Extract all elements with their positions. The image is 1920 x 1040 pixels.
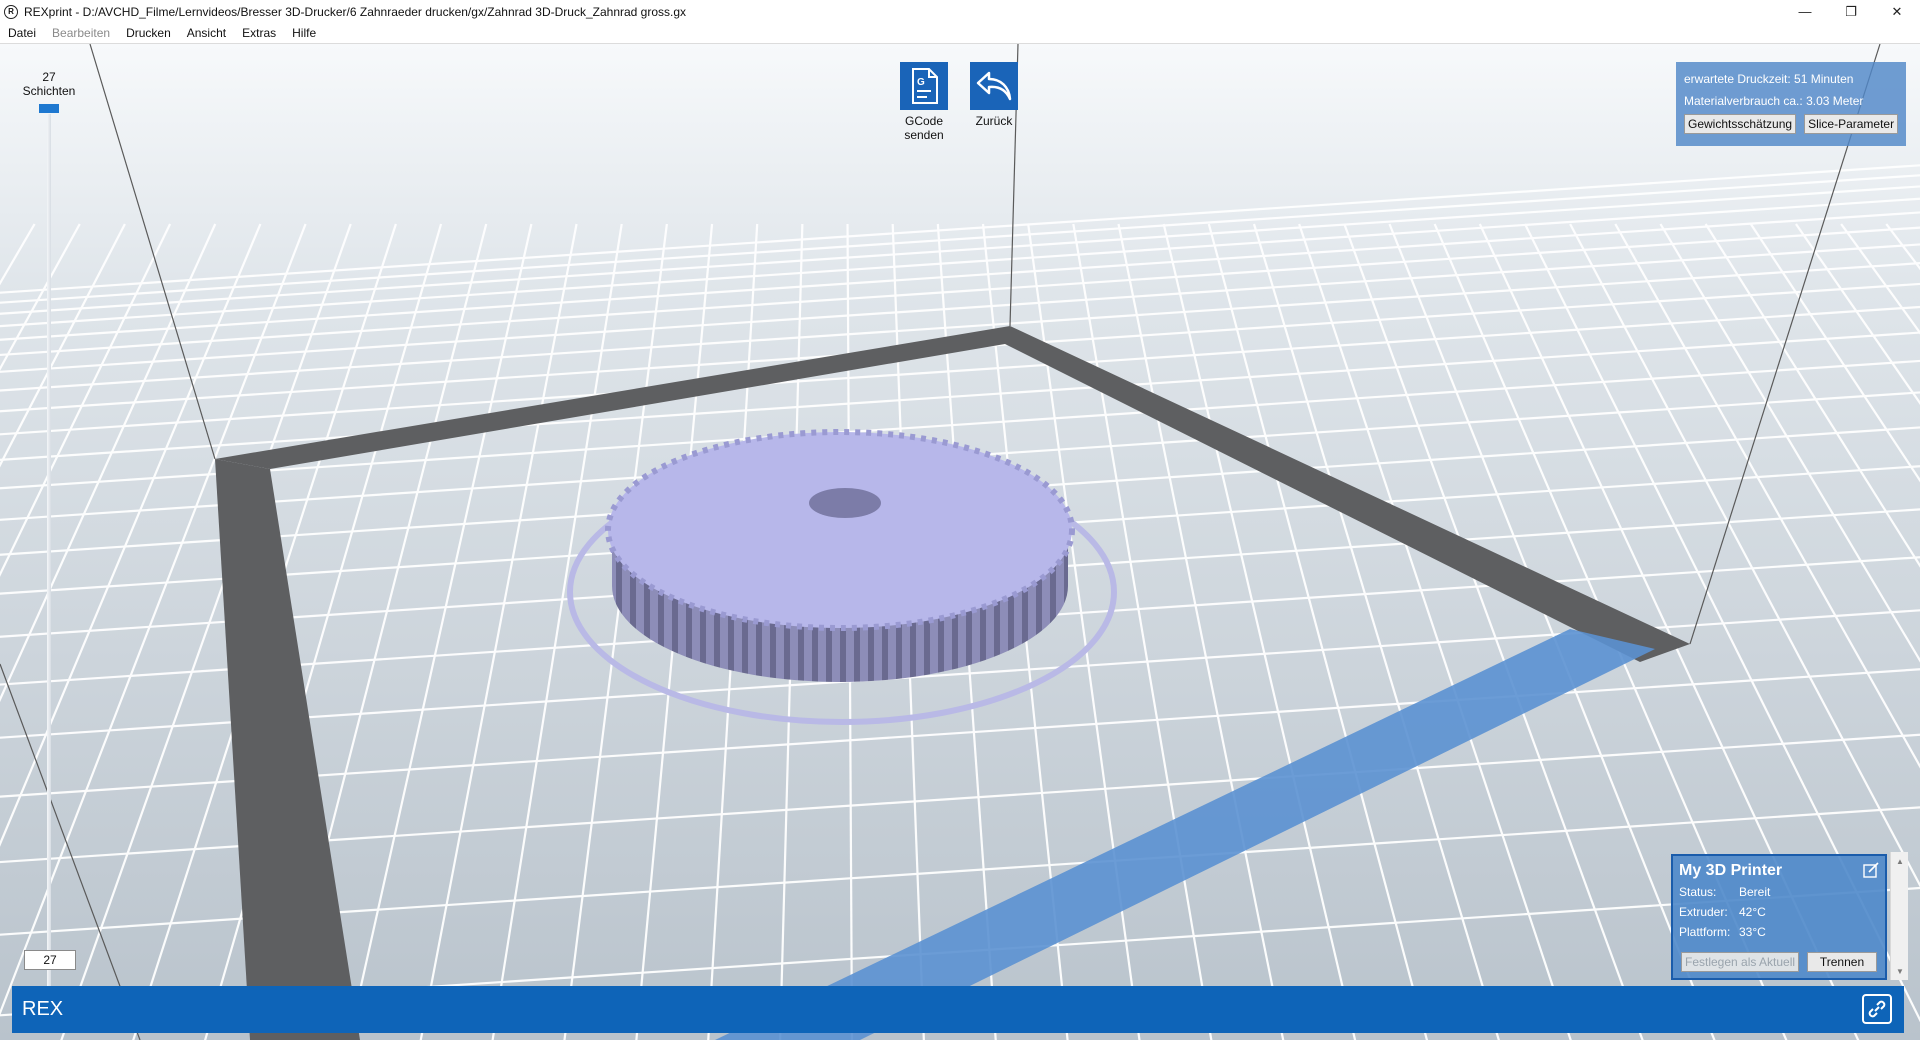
disconnect-button[interactable]: Trennen (1807, 952, 1877, 972)
title-bar: R REXprint - D:/AVCHD_Filme/Lernvideos/B… (0, 0, 1920, 23)
menu-extras[interactable]: Extras (234, 26, 284, 40)
slice-parameter-button[interactable]: Slice-Parameter (1804, 114, 1899, 134)
print-time-value: 51 Minuten (1794, 72, 1854, 86)
gcode-send-label-line2: senden (904, 128, 944, 142)
gear-center-hole (809, 488, 881, 518)
layer-count-value: 27 (42, 70, 56, 84)
back-label: Zurück (975, 114, 1013, 128)
layer-slider-track[interactable] (47, 114, 51, 994)
extruder-label: Extruder: (1679, 905, 1728, 919)
edit-icon[interactable] (1863, 862, 1879, 878)
print-estimate-panel: erwartete Druckzeit: 51 Minuten Material… (1676, 62, 1906, 146)
menu-bar: Datei Bearbeiten Drucken Ansicht Extras … (0, 23, 1920, 44)
printer-status-row: Status: Bereit (1679, 882, 1879, 902)
window-title: REXprint - D:/AVCHD_Filme/Lernvideos/Bre… (24, 4, 687, 19)
gcode-send-label-line1: GCode (904, 114, 944, 128)
gcode-send-button[interactable]: G GCode senden (896, 62, 952, 142)
material-label: Materialverbrauch ca.: (1684, 94, 1803, 108)
restore-button[interactable]: ❐ (1828, 0, 1874, 23)
layer-input[interactable]: 27 (24, 950, 76, 970)
platform-value: 33°C (1739, 925, 1766, 939)
scroll-up-icon[interactable]: ▲ (1891, 852, 1909, 870)
menu-ansicht[interactable]: Ansicht (179, 26, 234, 40)
menu-datei[interactable]: Datei (0, 26, 44, 40)
printer-list-scrollbar[interactable]: ▲ ▼ (1890, 852, 1908, 980)
material-value: 3.03 Meter (1806, 94, 1864, 108)
svg-text:G: G (917, 77, 925, 88)
platform-row: Plattform: 33°C (1679, 922, 1879, 942)
status-text: REX (22, 998, 64, 1020)
print-time-label: erwartete Druckzeit: (1684, 72, 1791, 86)
layer-count-unit: Schichten (22, 84, 76, 98)
layer-slider-handle[interactable] (39, 104, 59, 113)
set-current-button[interactable]: Festlegen als Aktuell (1681, 952, 1799, 972)
extruder-value: 42°C (1739, 905, 1766, 919)
extruder-row: Extruder: 42°C (1679, 902, 1879, 922)
close-button[interactable]: ✕ (1874, 0, 1920, 23)
status-value: Bereit (1739, 885, 1771, 899)
status-label: Status: (1679, 885, 1717, 899)
build-plate-scene[interactable] (0, 44, 1920, 1040)
material-row: Materialverbrauch ca.: 3.03 Meter (1684, 90, 1898, 112)
printer-name: My 3D Printer (1679, 862, 1783, 879)
scroll-down-icon[interactable]: ▼ (1891, 962, 1909, 980)
undo-arrow-icon (970, 62, 1018, 110)
menu-drucken[interactable]: Drucken (118, 26, 179, 40)
menu-hilfe[interactable]: Hilfe (284, 26, 324, 40)
weight-estimate-button[interactable]: Gewichtsschätzung (1684, 114, 1797, 134)
back-button[interactable]: Zurück (966, 62, 1022, 128)
status-bar: REX (12, 986, 1904, 1033)
printer-panel: My 3D Printer Status: Bereit Extruder: 4… (1671, 854, 1887, 980)
app-logo-icon: R (4, 4, 18, 19)
menu-bearbeiten[interactable]: Bearbeiten (44, 26, 118, 40)
platform-label: Plattform: (1679, 925, 1731, 939)
gcode-send-icon: G (900, 62, 948, 110)
layer-count-label: 27 Schichten (18, 70, 80, 98)
minimize-button[interactable]: — (1782, 0, 1828, 23)
link-icon[interactable] (1862, 994, 1892, 1024)
3d-viewport[interactable]: 27 Schichten 27 G GCode senden Zurück er… (0, 44, 1920, 1040)
print-time-row: erwartete Druckzeit: 51 Minuten (1684, 68, 1898, 90)
